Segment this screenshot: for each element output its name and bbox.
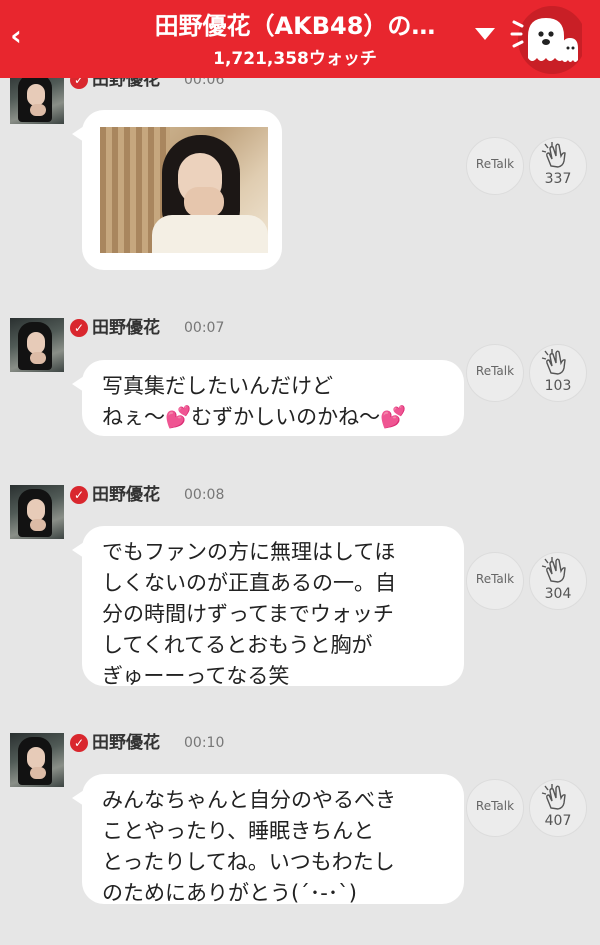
clapping-hands-icon [541, 784, 566, 810]
message-line: でもファンの方に無理はしてほ [102, 540, 396, 564]
clapping-hands-icon [541, 142, 566, 168]
check-badge-icon: ✓ [70, 486, 88, 504]
sender-name: 田野優花 [92, 733, 160, 753]
clap-button[interactable]: 103 [529, 344, 587, 402]
clap-count: 337 [544, 171, 572, 187]
message-line: してくれてるとおもうと胸が [102, 633, 373, 657]
text-bubble[interactable]: みんなちゃんと自分のやるべき ことやったり、睡眠きちんと とったりしてね。いつも… [72, 774, 464, 905]
clap-count: 407 [544, 813, 572, 829]
avatar[interactable] [10, 318, 64, 372]
message-line: ぎゅーーってなる笑 [102, 664, 290, 688]
clap-button[interactable]: 407 [529, 779, 587, 837]
message-time: 00:07 [184, 320, 225, 336]
sender-name: 田野優花 [92, 318, 160, 338]
message-line: しくないのが正直あるの一。自 [102, 571, 396, 595]
message-line: 分の時間けずってまでウォッチ [102, 602, 394, 626]
clap-count: 304 [544, 586, 572, 602]
mascot-button[interactable] [510, 6, 586, 74]
message-line: ことやったり、睡眠きちんと [102, 819, 375, 843]
avatar[interactable] [10, 733, 64, 787]
dropdown-button[interactable] [474, 26, 496, 42]
sender-name: 田野優花 [92, 485, 160, 505]
back-button[interactable]: ‹ [6, 20, 26, 52]
clap-count: 103 [544, 378, 572, 394]
check-badge-icon: ✓ [70, 319, 88, 337]
ghost-mascot-icon [510, 6, 586, 74]
text-bubble[interactable]: でもファンの方に無理はしてほ しくないのが正直あるの一。自 分の時間けずってまで… [72, 526, 464, 688]
clapping-hands-icon [541, 557, 566, 583]
photo-image[interactable] [100, 127, 268, 253]
message-line: ねぇ〜💕むずかしいのかね〜💕 [102, 405, 407, 429]
clap-button[interactable]: 337 [529, 137, 587, 195]
message-time: 00:10 [184, 735, 225, 751]
chevron-left-icon: ‹ [10, 19, 22, 52]
check-badge-icon: ✓ [70, 734, 88, 752]
message-line: のためにありがとう(´･-･`) [102, 881, 357, 905]
text-bubble[interactable]: 写真集だしたいんだけど ねぇ〜💕むずかしいのかね〜💕 [72, 360, 464, 436]
retalk-button[interactable]: ReTalk [466, 552, 524, 610]
message-line: とったりしてね。いつもわたし [102, 850, 395, 874]
app-header: ‹ 田野優花（AKB48）の… 1,721,358ウォッチ [0, 0, 600, 78]
clap-button[interactable]: 304 [529, 552, 587, 610]
retalk-button[interactable]: ReTalk [466, 779, 524, 837]
watch-count: 1,721,358ウォッチ [213, 49, 377, 69]
retalk-button[interactable]: ReTalk [466, 344, 524, 402]
message-line: 写真集だしたいんだけど [102, 374, 333, 398]
avatar[interactable] [10, 70, 64, 124]
avatar[interactable] [10, 485, 64, 539]
talk-title: 田野優花（AKB48）の… [154, 12, 436, 40]
clapping-hands-icon [541, 349, 566, 375]
retalk-button[interactable]: ReTalk [466, 137, 524, 195]
message-time: 00:08 [184, 487, 225, 503]
triangle-down-icon [475, 28, 495, 40]
message-line: みんなちゃんと自分のやるべき [102, 788, 396, 812]
photo-bubble[interactable] [72, 110, 282, 270]
